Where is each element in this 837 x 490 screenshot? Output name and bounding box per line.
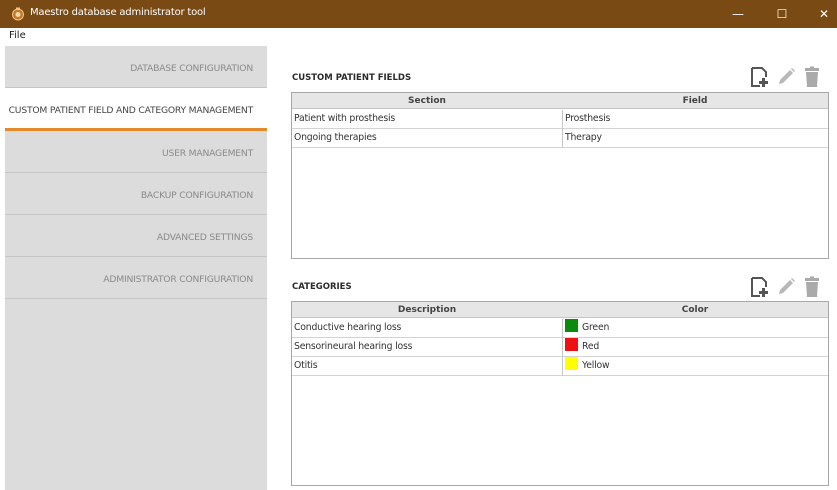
color-label: Red	[582, 341, 600, 352]
column-header-color[interactable]: Color	[562, 302, 828, 318]
cell-description: Sensorineural hearing loss	[294, 341, 413, 352]
sidebar-item-label: DATABASE CONFIGURATION	[130, 63, 253, 74]
maximize-button[interactable]: ☐	[762, 0, 802, 28]
edit-pencil-icon[interactable]	[775, 276, 797, 298]
delete-trash-icon[interactable]	[801, 66, 823, 88]
table-row[interactable]: Otitis Yellow	[292, 357, 828, 376]
sidebar-item-database-configuration[interactable]: DATABASE CONFIGURATION	[5, 46, 267, 88]
add-file-icon[interactable]	[749, 66, 771, 88]
table-header: Description Color	[292, 302, 828, 318]
cell-color: Red	[562, 338, 828, 357]
sidebar-item-label: USER MANAGEMENT	[161, 148, 253, 159]
color-swatch	[565, 357, 578, 370]
cell-color: Green	[562, 319, 828, 338]
sidebar-item-custom-patient-field-and-category-management[interactable]: CUSTOM PATIENT FIELD AND CATEGORY MANAGE…	[5, 88, 267, 131]
categories-title: CATEGORIES	[292, 282, 352, 292]
menu-bar: File	[0, 28, 837, 44]
cell-section: Ongoing therapies	[294, 132, 377, 143]
edit-pencil-icon[interactable]	[775, 66, 797, 88]
color-swatch	[565, 338, 578, 351]
table-row[interactable]: Ongoing therapies Therapy	[292, 129, 828, 148]
sidebar: DATABASE CONFIGURATION CUSTOM PATIENT FI…	[5, 46, 267, 490]
delete-trash-icon[interactable]	[801, 276, 823, 298]
sidebar-item-advanced-settings[interactable]: ADVANCED SETTINGS	[5, 215, 267, 257]
sidebar-item-label: ADVANCED SETTINGS	[156, 232, 253, 243]
color-label: Yellow	[582, 360, 610, 371]
sidebar-item-label: BACKUP CONFIGURATION	[140, 190, 253, 201]
table-row[interactable]: Patient with prosthesis Prosthesis	[292, 110, 828, 129]
title-bar: Maestro database administrator tool — ☐ …	[0, 0, 837, 28]
custom-fields-table: Section Field Patient with prosthesis Pr…	[291, 92, 829, 259]
cell-description: Conductive hearing loss	[294, 322, 402, 333]
table-header: Section Field	[292, 93, 828, 109]
column-header-section[interactable]: Section	[292, 93, 562, 109]
add-file-icon[interactable]	[749, 276, 771, 298]
sidebar-item-administrator-configuration[interactable]: ADMINISTRATOR CONFIGURATION	[5, 257, 267, 299]
color-label: Green	[582, 322, 610, 333]
cell-field: Therapy	[562, 129, 828, 148]
cell-field: Prosthesis	[562, 110, 828, 129]
main-panel: CUSTOM PATIENT FIELDS Section Field Pati…	[267, 46, 837, 490]
color-swatch	[565, 319, 578, 332]
cell-color: Yellow	[562, 357, 828, 376]
categories-table: Description Color Conductive hearing los…	[291, 301, 829, 486]
sidebar-item-label: ADMINISTRATOR CONFIGURATION	[103, 274, 253, 285]
custom-fields-title: CUSTOM PATIENT FIELDS	[292, 73, 412, 83]
window-title: Maestro database administrator tool	[30, 7, 206, 18]
table-row[interactable]: Sensorineural hearing loss Red	[292, 338, 828, 357]
sidebar-item-user-management[interactable]: USER MANAGEMENT	[5, 131, 267, 173]
column-header-description[interactable]: Description	[292, 302, 562, 318]
sidebar-item-label: CUSTOM PATIENT FIELD AND CATEGORY MANAGE…	[8, 105, 254, 116]
sidebar-item-backup-configuration[interactable]: BACKUP CONFIGURATION	[5, 173, 267, 215]
table-row[interactable]: Conductive hearing loss Green	[292, 319, 828, 338]
menu-file[interactable]: File	[9, 30, 26, 41]
close-button[interactable]: ✕	[804, 0, 837, 28]
cell-description: Otitis	[294, 360, 318, 371]
cell-section: Patient with prosthesis	[294, 113, 395, 124]
column-header-field[interactable]: Field	[562, 93, 828, 109]
app-logo-icon	[12, 7, 24, 21]
minimize-button[interactable]: —	[718, 0, 758, 28]
